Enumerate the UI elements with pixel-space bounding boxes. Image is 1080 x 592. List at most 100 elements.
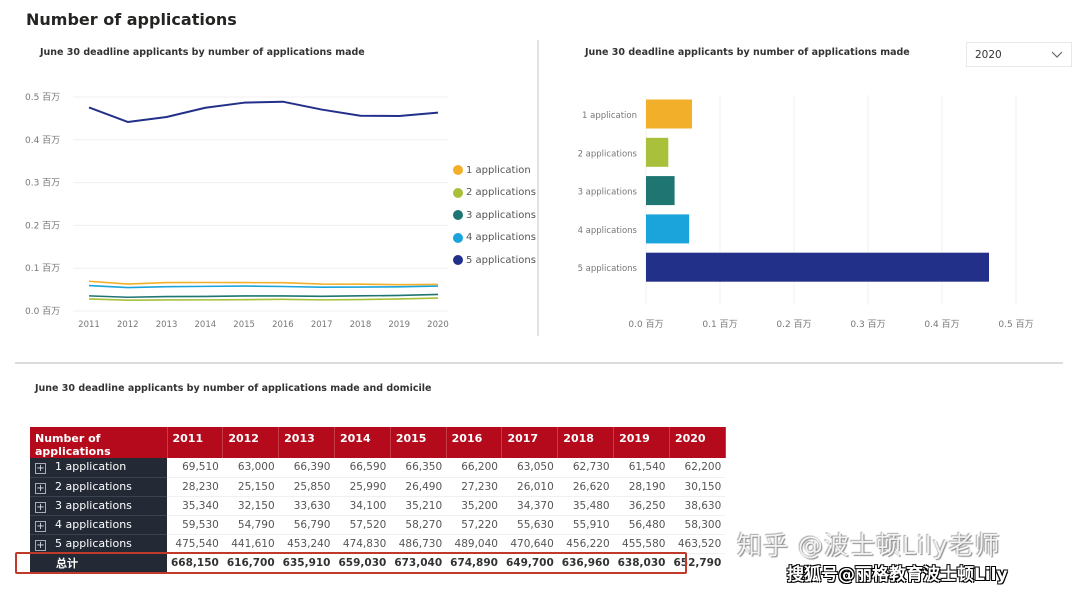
total-cell: 659,030 — [338, 556, 387, 569]
total-cell: 635,910 — [282, 556, 331, 569]
y-tick-label: 0.3 百万 — [25, 178, 60, 189]
column-header-year[interactable]: 2017 — [501, 427, 559, 458]
table-cell: 28,230 — [167, 477, 223, 497]
x-tick-label: 2019 — [388, 320, 410, 330]
bar-2[interactable] — [646, 137, 669, 167]
x-tick-label: 2016 — [272, 320, 294, 330]
row-label: 4 applications — [55, 517, 132, 531]
table-cell: 455,580 — [613, 534, 670, 554]
row-header: +1 application — [30, 458, 167, 478]
row-header: +5 applications — [30, 534, 167, 554]
table-cell: 489,040 — [446, 534, 502, 554]
y-category-label: 1 application — [582, 111, 637, 121]
table-cell: 441,610 — [222, 534, 279, 554]
legend-dot-icon — [453, 255, 463, 266]
table-row: +3 applications 35,340 32,150 33,630 34,100 3… — [30, 496, 726, 516]
table-cell: 55,630 — [501, 515, 558, 535]
table-cell: 486,730 — [390, 534, 447, 554]
table-cell: 66,390 — [278, 458, 335, 478]
column-header-year[interactable]: 2020 — [669, 427, 726, 458]
table-cell: 475,540 — [167, 534, 223, 554]
table-cell: 28,190 — [613, 477, 670, 497]
legend-item[interactable]: 5 applications — [453, 249, 536, 272]
row-label: 1 application — [55, 460, 127, 474]
series-line-1[interactable] — [88, 280, 439, 286]
page-title: Number of applications — [26, 10, 237, 29]
table-cell: 56,480 — [613, 515, 670, 535]
table-cell: 58,270 — [390, 515, 447, 535]
row-header: +4 applications — [30, 515, 167, 535]
x-tick-label: 2015 — [233, 320, 255, 330]
table-cell: 34,370 — [501, 496, 558, 516]
table-cell: 62,730 — [557, 458, 614, 478]
row-header: +3 applications — [30, 496, 167, 516]
legend-item[interactable]: 3 applications — [453, 204, 536, 227]
table-row: +4 applications 59,530 54,790 56,790 57,520 5… — [30, 515, 726, 535]
column-header-category[interactable]: Number of applications — [30, 427, 168, 458]
x-tick-label: 0.4 百万 — [924, 319, 959, 330]
row-label: 5 applications — [55, 536, 132, 550]
total-cell: 673,040 — [394, 556, 443, 569]
table-cell: 63,050 — [501, 458, 558, 478]
legend-dot-icon — [453, 232, 463, 243]
total-cell: 616,700 — [226, 556, 275, 569]
series-line-3[interactable] — [88, 293, 439, 299]
table-cell: 55,910 — [557, 515, 614, 535]
table-row: +1 application 69,510 63,000 66,390 66,590 66… — [30, 458, 726, 478]
table-cell: 61,540 — [613, 458, 670, 478]
visual-divider-horizontal — [15, 362, 1063, 364]
bar-chart[interactable]: 0.0 百万 0.1 百万 0.2 百万 0.3 百万 0.4 百万 0.5 百万 1 ap… — [545, 85, 1080, 335]
column-header-year[interactable]: 2018 — [557, 427, 615, 458]
expand-plus-icon[interactable]: + — [35, 463, 46, 475]
total-row: 总计 668,150 616,700 635,910 659,030 673,040 674… — [30, 553, 725, 572]
y-tick-label: 0.1 百万 — [25, 263, 60, 274]
column-header-year[interactable]: 2014 — [334, 427, 391, 458]
table-header-row: Number of applications 2011 2012 2013 2014 20… — [30, 427, 726, 458]
bar-chart-title: June 30 deadline applicants by number of… — [585, 47, 910, 58]
y-tick-label: 0.5 百万 — [25, 92, 60, 103]
column-header-year[interactable]: 2015 — [390, 427, 447, 458]
series-line-5[interactable] — [88, 100, 439, 123]
table-cell: 25,150 — [222, 477, 279, 497]
bar-5[interactable] — [646, 252, 990, 282]
x-tick-label: 2017 — [311, 320, 333, 330]
series-line-4[interactable] — [88, 284, 439, 289]
x-tick-label: 2020 — [427, 320, 449, 330]
legend-item[interactable]: 4 applications — [453, 227, 536, 250]
table-cell: 474,830 — [334, 534, 391, 554]
legend-item[interactable]: 1 application — [453, 159, 536, 182]
table-cell: 57,520 — [334, 515, 391, 535]
table-cell: 463,520 — [669, 534, 726, 554]
x-tick-label: 2018 — [350, 320, 372, 330]
y-category-label: 5 applications — [578, 264, 638, 274]
x-tick-label: 0.1 百万 — [702, 319, 737, 330]
table-title: June 30 deadline applicants by number of… — [35, 383, 432, 394]
legend-dot-icon — [453, 210, 463, 221]
column-header-year[interactable]: 2019 — [613, 427, 670, 458]
table-cell: 59,530 — [167, 515, 223, 535]
table-cell: 54,790 — [222, 515, 279, 535]
legend-item[interactable]: 2 applications — [453, 182, 536, 205]
column-header-year[interactable]: 2016 — [446, 427, 503, 458]
table-cell: 470,640 — [501, 534, 558, 554]
bar-1[interactable] — [646, 99, 693, 129]
column-header-year[interactable]: 2013 — [278, 427, 335, 458]
column-header-year[interactable]: 2011 — [167, 427, 224, 458]
table-cell: 36,250 — [613, 496, 670, 516]
bar-3[interactable] — [646, 176, 675, 206]
bar-4[interactable] — [646, 214, 690, 244]
y-tick-label: 0.4 百万 — [25, 135, 60, 146]
table-cell: 26,010 — [501, 477, 558, 497]
table-cell: 453,240 — [278, 534, 335, 554]
year-filter-dropdown[interactable]: 2020 — [966, 42, 1072, 67]
expand-plus-icon[interactable]: + — [35, 482, 46, 494]
expand-plus-icon[interactable]: + — [35, 539, 46, 551]
series-line-2[interactable] — [88, 297, 439, 302]
table-cell: 32,150 — [222, 496, 279, 516]
expand-plus-icon[interactable]: + — [35, 501, 46, 513]
legend-label: 1 application — [466, 164, 531, 176]
table-cell: 35,200 — [446, 496, 502, 516]
expand-plus-icon[interactable]: + — [35, 520, 46, 532]
column-header-year[interactable]: 2012 — [222, 427, 280, 458]
legend-label: 4 applications — [466, 232, 536, 244]
